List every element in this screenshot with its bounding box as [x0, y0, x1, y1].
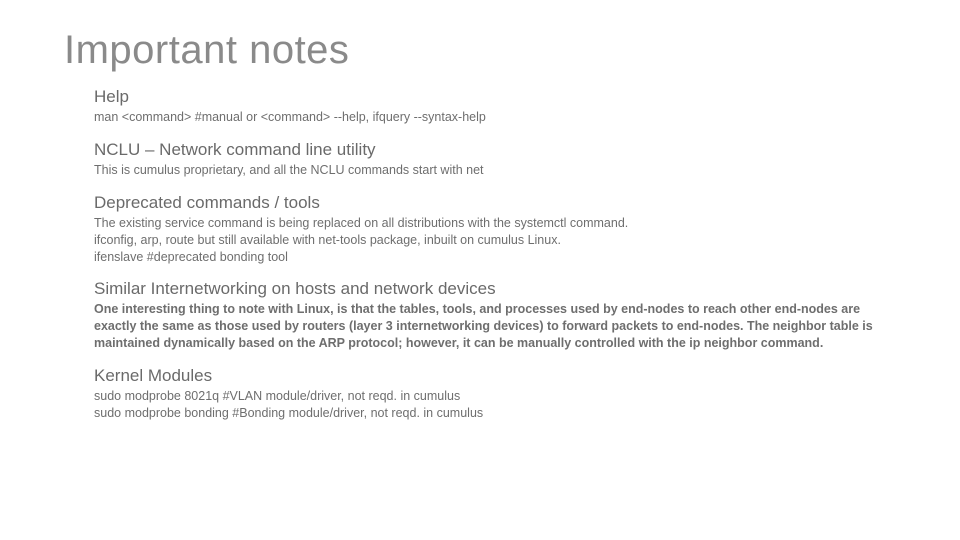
section-body-help: man <command> #manual or <command> --hel… [94, 109, 896, 126]
section-heading-kernel: Kernel Modules [94, 366, 896, 386]
deprecated-line3: ifenslave #deprecated bonding tool [94, 249, 896, 266]
section-heading-help: Help [94, 87, 896, 107]
slide: Important notes Help man <command> #manu… [0, 0, 960, 540]
section-body-nclu: This is cumulus proprietary, and all the… [94, 162, 896, 179]
nclu-body-text: This is cumulus proprietary, and all the… [94, 162, 896, 179]
page-title: Important notes [64, 28, 896, 73]
section-body-kernel: sudo modprobe 8021q #VLAN module/driver,… [94, 388, 896, 422]
kernel-line1: sudo modprobe 8021q #VLAN module/driver,… [94, 388, 896, 405]
section-body-similar: One interesting thing to note with Linux… [94, 301, 896, 352]
help-body-text: man <command> #manual or <command> --hel… [94, 109, 896, 126]
section-similar: Similar Internetworking on hosts and net… [64, 279, 896, 352]
deprecated-line1: The existing service command is being re… [94, 215, 896, 232]
section-kernel: Kernel Modules sudo modprobe 8021q #VLAN… [64, 366, 896, 422]
section-heading-deprecated: Deprecated commands / tools [94, 193, 896, 213]
similar-body-text: One interesting thing to note with Linux… [94, 301, 896, 352]
deprecated-line2: ifconfig, arp, route but still available… [94, 232, 896, 249]
section-heading-similar: Similar Internetworking on hosts and net… [94, 279, 896, 299]
section-body-deprecated: The existing service command is being re… [94, 215, 896, 266]
section-nclu: NCLU – Network command line utility This… [64, 140, 896, 179]
section-heading-nclu: NCLU – Network command line utility [94, 140, 896, 160]
kernel-line2: sudo modprobe bonding #Bonding module/dr… [94, 405, 896, 422]
section-help: Help man <command> #manual or <command> … [64, 87, 896, 126]
section-deprecated: Deprecated commands / tools The existing… [64, 193, 896, 266]
